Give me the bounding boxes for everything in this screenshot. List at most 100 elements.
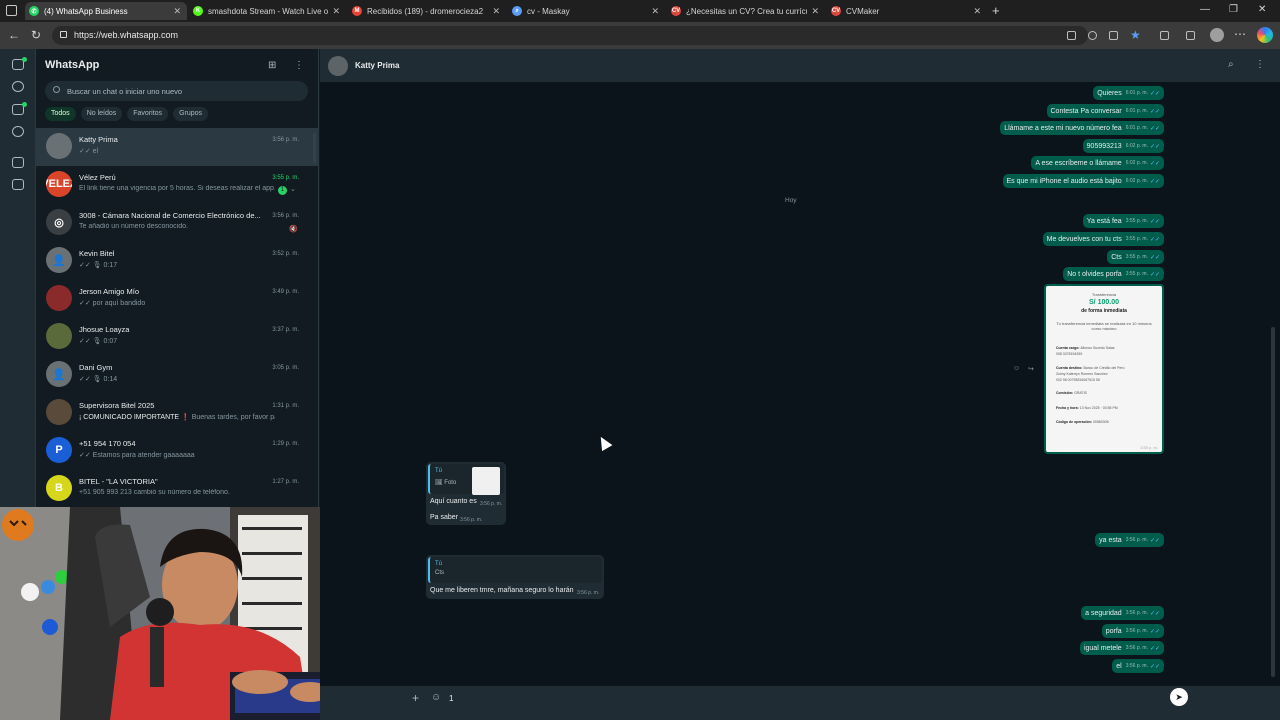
chat-list-item[interactable]: P +51 954 170 054 ✓✓ Estamos para atende… [36, 432, 318, 470]
close-tab-icon[interactable]: ✕ [492, 6, 500, 17]
tab-2[interactable]: Ksmashdota Stream - Watch Live o ✕ [189, 2, 346, 20]
status-icon[interactable] [12, 81, 24, 92]
reload-button[interactable]: ↻ [31, 28, 41, 42]
filter-chip[interactable]: Favoritos [127, 107, 169, 121]
contact-avatar[interactable] [328, 56, 348, 76]
conversation-header[interactable]: Katty Prima ⌕ ⋮ [320, 49, 1280, 82]
chat-avatar[interactable]: ◎ [46, 209, 72, 235]
chat-list-item[interactable]: ◎ 3008 - Cámara Nacional de Comercio Ele… [36, 204, 318, 242]
outgoing-message[interactable]: Llámame a este mi nuevo número fea 6:01 p… [1000, 121, 1164, 135]
close-tab-icon[interactable]: ✕ [651, 6, 659, 17]
chat-list-item[interactable]: Supervisora Bitel 2025 ¡ COMUNICADO IMPO… [36, 394, 318, 432]
chat-name: Supervisora Bitel 2025 [79, 401, 155, 410]
outgoing-message[interactable]: Es que mi iPhone el audio está bajito 6:0… [1002, 174, 1164, 188]
outgoing-message[interactable]: 905993213 6:02 p. m. ✓✓ [1082, 139, 1164, 153]
chat-list-item[interactable]: Jhosue Loayza ✓✓ 🎙 0:07 3:37 p. m. [36, 318, 318, 356]
chat-avatar[interactable]: P [46, 437, 72, 463]
maximize-icon[interactable]: ❐ [1229, 4, 1238, 15]
tab-5[interactable]: CV ¿Necesitas un CV? Crea tu currícu ✕ [667, 2, 825, 20]
chat-list-item[interactable]: 👤 Kevin Bitel ✓✓ 🎙 0:17 3:52 p. m. [36, 242, 318, 280]
back-button[interactable]: ← [8, 28, 20, 42]
outgoing-message[interactable]: No t olvides porfa 3:55 p. m. ✓✓ [1063, 267, 1164, 281]
search-in-chat-icon[interactable]: ⌕ [1228, 59, 1234, 70]
chat-scrollbar[interactable] [1271, 327, 1275, 677]
chat-avatar[interactable] [46, 133, 72, 159]
chat-time: 3:52 p. m. [272, 251, 299, 257]
attach-plus-icon[interactable]: + [412, 691, 419, 705]
profile-avatar[interactable] [1210, 28, 1224, 42]
favorites-icon[interactable] [1186, 31, 1195, 40]
chat-list-item[interactable]: VELEZ Vélez Perú El link tiene una vigen… [36, 166, 318, 204]
message-text: Que me liberen tmre, mañana seguro lo ha… [430, 587, 574, 594]
close-window-icon[interactable]: ✕ [1258, 4, 1266, 15]
emoji-reaction-icon[interactable]: ☺ [1013, 365, 1020, 372]
chat-list-item[interactable]: Jerson Amigo Mío ✓✓ por aquí bandido 3:4… [36, 280, 318, 318]
outgoing-message[interactable]: Cts 3:55 p. m. ✓✓ [1107, 250, 1164, 264]
zoom-icon[interactable] [1088, 31, 1097, 40]
url-field[interactable]: https://web.whatsapp.com [52, 26, 1088, 45]
outgoing-message[interactable]: Contesta Pa conversar 6:01 p. m. ✓✓ [1046, 104, 1164, 118]
sidebar-scrollbar[interactable] [313, 133, 316, 163]
favorite-star-icon[interactable]: ★ [1130, 28, 1141, 42]
browser-menu-icon[interactable] [6, 5, 17, 16]
chat-avatar[interactable]: 👤 [46, 361, 72, 387]
forward-icon[interactable]: ↪ [1028, 365, 1034, 373]
catalog-icon[interactable] [12, 157, 24, 168]
new-chat-icon[interactable]: ⊞ [268, 60, 276, 71]
contact-name[interactable]: Katty Prima [355, 61, 399, 70]
site-info-icon[interactable] [60, 31, 67, 38]
chat-avatar[interactable]: 👤 [46, 247, 72, 273]
new-tab-button[interactable]: + [992, 3, 1000, 18]
close-tab-icon[interactable]: ✕ [973, 6, 981, 17]
outgoing-message[interactable]: Quieres 6:01 p. m. ✓✓ [1093, 86, 1164, 100]
outgoing-message[interactable]: Me devuelves con tu cts 3:55 p. m. ✓✓ [1042, 232, 1164, 246]
search-input[interactable] [67, 81, 297, 101]
more-options-icon[interactable]: ⋯ [1234, 27, 1246, 41]
copilot-icon[interactable] [1257, 27, 1273, 43]
chat-menu-icon[interactable]: ⋮ [1255, 59, 1265, 70]
chat-avatar[interactable]: B [46, 475, 72, 501]
tab-1[interactable]: ✆ (4) WhatsApp Business ✕ [25, 2, 187, 20]
incoming-bubble-cts-reply[interactable]: Tú Cts Que me liberen tmre, mañana segur… [426, 555, 604, 599]
outgoing-message[interactable]: igual metele 3:56 p. m. ✓✓ [1079, 641, 1164, 655]
filter-chip[interactable]: No leídos [80, 107, 123, 121]
minimize-icon[interactable]: — [1200, 4, 1210, 15]
quoted-message[interactable]: Tú Cts [428, 557, 602, 583]
close-tab-icon[interactable]: ✕ [811, 6, 819, 17]
outgoing-message[interactable]: A ese escríbeme o llámame 6:02 p. m. ✓✓ [1031, 156, 1164, 170]
chat-avatar[interactable]: VELEZ [46, 171, 72, 197]
tab-6[interactable]: CV CVMaker ✕ [827, 2, 987, 20]
message-input[interactable] [449, 690, 1149, 706]
transfer-receipt-image[interactable]: Transferencia S/ 100.00 de forma inmedia… [1044, 284, 1164, 454]
quoted-message[interactable]: Tú 🖼 Foto [428, 464, 504, 495]
chevron-down-icon[interactable]: ⌄ [290, 185, 296, 193]
filter-chip[interactable]: Todos [45, 107, 76, 121]
filter-chip[interactable]: Grupos [173, 107, 209, 121]
chat-list-item[interactable]: 👤 Dani Gym ✓✓ 🎙 0:14 3:05 p. m. [36, 356, 318, 394]
menu-icon[interactable]: ⋮ [294, 60, 304, 71]
outgoing-message[interactable]: el 3:56 p. m. ✓✓ [1112, 659, 1164, 673]
tab-3[interactable]: M Recibidos (189) - dromerocieza2 ✕ [348, 2, 506, 20]
outgoing-message[interactable]: Ya está fea 3:55 p. m. ✓✓ [1082, 214, 1164, 228]
incoming-bubble-photo-reply[interactable]: Tú 🖼 Foto Aquí cuanto es 3:56 p. m. Pa s… [426, 462, 506, 525]
outgoing-message[interactable]: ya esta 3:56 p. m. ✓✓ [1095, 533, 1164, 547]
chat-avatar[interactable] [46, 285, 72, 311]
chat-avatar[interactable] [46, 399, 72, 425]
close-tab-icon[interactable]: ✕ [173, 6, 181, 17]
chat-list-item[interactable]: Katty Prima ✓✓ el 3:56 p. m. [36, 128, 318, 166]
read-aloud-icon[interactable] [1109, 31, 1118, 40]
send-button[interactable]: ➤ [1170, 688, 1188, 706]
outgoing-message[interactable]: a seguridad 3:56 p. m. ✓✓ [1081, 606, 1164, 620]
tools-icon[interactable] [12, 179, 24, 190]
outgoing-message[interactable]: porfa 3:56 p. m. ✓✓ [1101, 624, 1164, 638]
chat-avatar[interactable] [46, 323, 72, 349]
filter-chips: Todos No leídos Favoritos Grupos [45, 107, 209, 121]
extensions-icon[interactable] [1160, 31, 1169, 40]
receipt-line: Código de operación: 00580008 [1056, 420, 1109, 424]
chat-list-item[interactable]: B BITEL - "LA VICTORIA" +51 905 993 213 … [36, 470, 318, 507]
close-tab-icon[interactable]: ✕ [332, 6, 340, 17]
sticker-icon[interactable]: ☺ [431, 692, 441, 703]
install-app-icon[interactable] [1067, 31, 1076, 40]
tab-4[interactable]: ⌕ cv - Maskay ✕ [508, 2, 665, 20]
communities-icon[interactable] [12, 126, 24, 137]
